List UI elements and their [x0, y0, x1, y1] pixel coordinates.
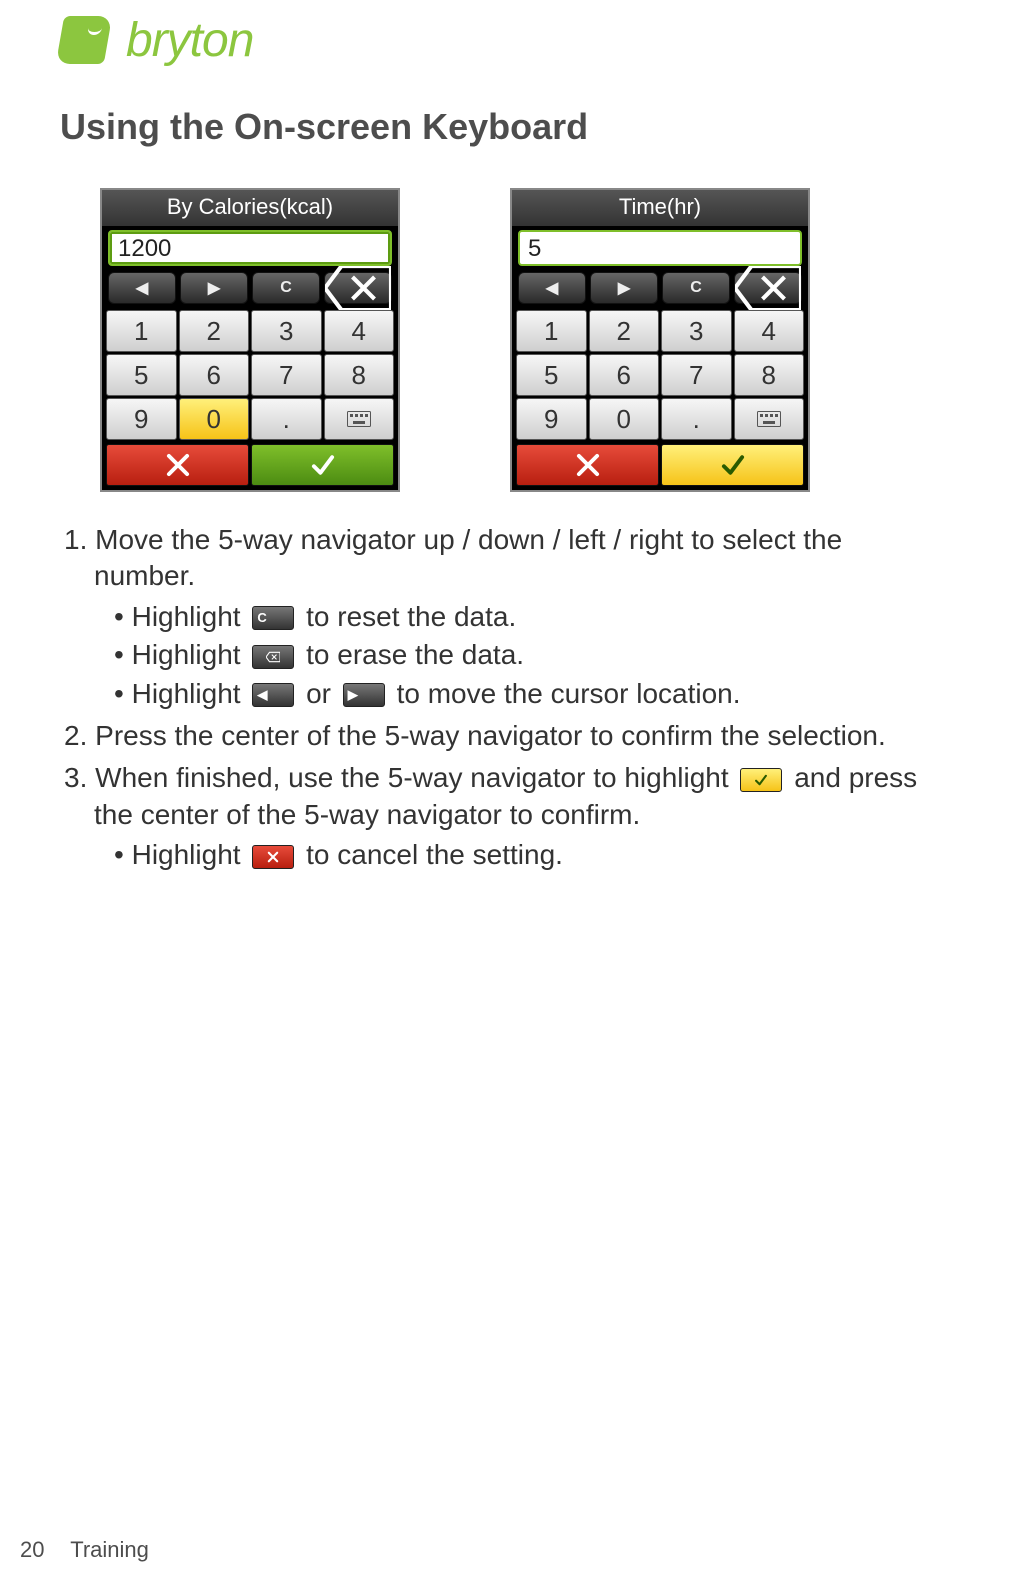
- clear-icon: C: [280, 279, 292, 297]
- confirm-button[interactable]: [251, 444, 394, 486]
- action-bar: [102, 444, 398, 490]
- key-7[interactable]: 7: [661, 354, 732, 396]
- section-name: Training: [70, 1537, 149, 1562]
- triangle-right-icon: ▶: [208, 278, 220, 298]
- step-text: Move the 5-way navigator up / down / lef…: [94, 524, 842, 591]
- clear-inline-icon: C: [252, 606, 294, 630]
- triangle-left-icon: ◀: [546, 278, 558, 298]
- check-icon: [720, 452, 746, 478]
- key-0[interactable]: 0: [589, 398, 660, 440]
- step-number: 3.: [64, 762, 87, 793]
- keyboard-icon: [757, 410, 781, 428]
- x-icon: [266, 850, 280, 864]
- key-4[interactable]: 4: [734, 310, 805, 352]
- check-icon: [754, 773, 768, 787]
- key-5[interactable]: 5: [106, 354, 177, 396]
- step-number: 2.: [64, 720, 87, 751]
- keypad-grid: 1 2 3 4 5 6 7 8 9 0 .: [512, 308, 808, 444]
- page-number: 20: [20, 1537, 44, 1562]
- key-0[interactable]: 0: [179, 398, 250, 440]
- brand-header: bryton: [60, 0, 951, 70]
- key-4[interactable]: 4: [324, 310, 395, 352]
- step-number: 1.: [64, 524, 87, 555]
- key-1[interactable]: 1: [516, 310, 587, 352]
- brand-wordmark: bryton: [126, 13, 253, 68]
- value-input[interactable]: 5: [518, 230, 802, 266]
- key-6[interactable]: 6: [589, 354, 660, 396]
- device-title: By Calories(kcal): [102, 190, 398, 226]
- key-3[interactable]: 3: [661, 310, 732, 352]
- cursor-toolbar: ◀ ▶ C: [512, 268, 808, 308]
- key-keyboard[interactable]: [734, 398, 805, 440]
- clear-icon: C: [690, 279, 702, 297]
- key-keyboard[interactable]: [324, 398, 395, 440]
- bullet-icon: •: [114, 601, 124, 632]
- step-2: 2. Press the center of the 5-way navigat…: [60, 718, 951, 754]
- step-1c: • Highlight ◀ or ▶ to move the cursor lo…: [110, 676, 951, 712]
- left-inline-icon: ◀: [252, 683, 294, 707]
- key-8[interactable]: 8: [734, 354, 805, 396]
- device-title: Time(hr): [512, 190, 808, 226]
- key-6[interactable]: 6: [179, 354, 250, 396]
- keypad-grid: 1 2 3 4 5 6 7 8 9 0 .: [102, 308, 398, 444]
- confirm-inline-icon: [740, 768, 782, 792]
- key-1[interactable]: 1: [106, 310, 177, 352]
- backspace-icon: [266, 650, 280, 664]
- check-icon: [310, 452, 336, 478]
- clear-button[interactable]: C: [252, 272, 320, 304]
- step-1: 1. Move the 5-way navigator up / down / …: [60, 522, 951, 595]
- key-5[interactable]: 5: [516, 354, 587, 396]
- backspace-button[interactable]: [324, 272, 392, 304]
- key-2[interactable]: 2: [589, 310, 660, 352]
- bullet-icon: •: [114, 839, 124, 870]
- key-9[interactable]: 9: [516, 398, 587, 440]
- bullet-icon: •: [114, 639, 124, 670]
- x-icon: [575, 452, 601, 478]
- cancel-button[interactable]: [516, 444, 659, 486]
- cursor-right-button[interactable]: ▶: [180, 272, 248, 304]
- backspace-icon: [735, 266, 801, 310]
- clear-button[interactable]: C: [662, 272, 730, 304]
- backspace-button[interactable]: [734, 272, 802, 304]
- device-screens: By Calories(kcal) 1200 ◀ ▶ C 1 2 3 4 5 6…: [100, 188, 951, 492]
- cursor-right-button[interactable]: ▶: [590, 272, 658, 304]
- cursor-toolbar: ◀ ▶ C: [102, 268, 398, 308]
- brand-mark-icon: [56, 16, 112, 64]
- triangle-right-icon: ▶: [618, 278, 630, 298]
- step-text: Press the center of the 5-way navigator …: [95, 720, 886, 751]
- device-time: Time(hr) 5 ◀ ▶ C 1 2 3 4 5 6 7 8 9 0 .: [510, 188, 810, 492]
- value-input[interactable]: 1200: [108, 230, 392, 266]
- bullet-icon: •: [114, 678, 124, 709]
- cursor-left-button[interactable]: ◀: [518, 272, 586, 304]
- page-title: Using the On-screen Keyboard: [60, 106, 951, 148]
- confirm-button[interactable]: [661, 444, 804, 486]
- key-2[interactable]: 2: [179, 310, 250, 352]
- page-footer: 20 Training: [20, 1537, 149, 1563]
- instruction-content: 1. Move the 5-way navigator up / down / …: [60, 522, 951, 874]
- cursor-left-button[interactable]: ◀: [108, 272, 176, 304]
- step-1a: • Highlight C to reset the data.: [110, 599, 951, 635]
- keyboard-icon: [347, 410, 371, 428]
- step-3a: • Highlight to cancel the setting.: [110, 837, 951, 873]
- key-7[interactable]: 7: [251, 354, 322, 396]
- key-3[interactable]: 3: [251, 310, 322, 352]
- x-icon: [165, 452, 191, 478]
- backspace-inline-icon: [252, 645, 294, 669]
- step-3: 3. When finished, use the 5-way navigato…: [60, 760, 951, 833]
- action-bar: [512, 444, 808, 490]
- cancel-inline-icon: [252, 845, 294, 869]
- backspace-icon: [325, 266, 391, 310]
- cancel-button[interactable]: [106, 444, 249, 486]
- key-dot[interactable]: .: [661, 398, 732, 440]
- right-inline-icon: ▶: [343, 683, 385, 707]
- key-9[interactable]: 9: [106, 398, 177, 440]
- step-1b: • Highlight to erase the data.: [110, 637, 951, 673]
- key-8[interactable]: 8: [324, 354, 395, 396]
- device-calories: By Calories(kcal) 1200 ◀ ▶ C 1 2 3 4 5 6…: [100, 188, 400, 492]
- key-dot[interactable]: .: [251, 398, 322, 440]
- triangle-left-icon: ◀: [136, 278, 148, 298]
